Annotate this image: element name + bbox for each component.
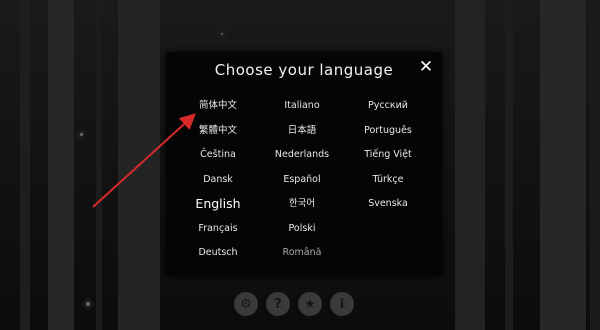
red-arrow-annotation	[92, 113, 196, 208]
